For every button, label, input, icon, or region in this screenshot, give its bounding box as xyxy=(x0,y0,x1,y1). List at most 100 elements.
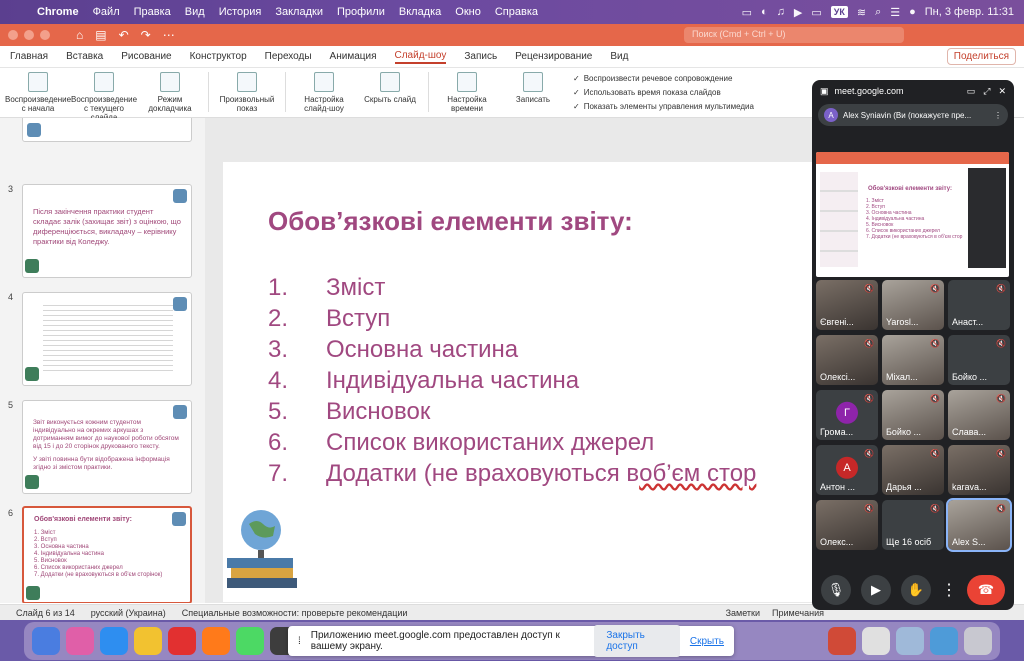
battery-icon[interactable]: ▭ xyxy=(811,6,821,19)
participant-tile[interactable]: 🔇 Ще 16 осіб xyxy=(882,500,944,550)
participant-tile[interactable]: 🔇 Дарья ... xyxy=(882,445,944,495)
slide-thumb-5[interactable]: Звіт виконується кожним студентом індиві… xyxy=(22,400,192,494)
tab-home[interactable]: Главная xyxy=(10,51,48,62)
photos-icon[interactable] xyxy=(862,627,890,655)
launchpad-icon[interactable] xyxy=(66,627,94,655)
messages-icon[interactable] xyxy=(236,627,264,655)
search-icon[interactable]: ⌕ xyxy=(875,6,881,19)
slide-thumb-3[interactable]: Після закінчення практики студент склада… xyxy=(22,184,192,278)
menu-view[interactable]: Вид xyxy=(178,6,212,18)
share-button[interactable]: Поделиться xyxy=(946,48,1016,65)
setup-slideshow-button[interactable]: Настройка слайд-шоу xyxy=(292,72,356,113)
slide-title[interactable]: Обов’язкові елементи звіту: xyxy=(268,206,633,237)
folder-icon[interactable] xyxy=(930,627,958,655)
participant-tile[interactable]: 🔇 Бойко ... xyxy=(948,335,1010,385)
menu-tab[interactable]: Вкладка xyxy=(392,6,448,18)
play-icon[interactable]: ▶ xyxy=(794,6,802,19)
narration-checkbox[interactable]: ✓ Воспроизвести речевое сопровождение xyxy=(573,72,754,86)
menu-window[interactable]: Окно xyxy=(448,6,488,18)
participant-tile[interactable]: 🔇 Бойко ... xyxy=(882,390,944,440)
clock[interactable]: Пн, 3 февр. 11:31 xyxy=(925,6,1014,18)
minimize-window-button[interactable] xyxy=(24,30,34,40)
menu-profiles[interactable]: Профили xyxy=(330,6,392,18)
menu-bookmarks[interactable]: Закладки xyxy=(268,6,330,18)
chrome-icon[interactable] xyxy=(134,627,162,655)
participant-tile[interactable]: 🔇 Олексі... xyxy=(816,335,878,385)
user-icon[interactable]: ● xyxy=(909,6,916,18)
safari-icon[interactable] xyxy=(100,627,128,655)
slide-list[interactable]: 1. Зміст 2. Вступ 3. Основна частина 4. Інди… xyxy=(268,272,756,489)
menu-help[interactable]: Справка xyxy=(488,6,545,18)
slide-thumb-4[interactable] xyxy=(22,292,192,386)
home-icon[interactable]: ⌂ xyxy=(76,28,83,42)
participant-tile[interactable]: 🔇 Олекс... xyxy=(816,500,878,550)
participant-tile[interactable]: 🔇 Alex S... xyxy=(946,498,1012,552)
stop-sharing-button[interactable]: Закрыть доступ xyxy=(594,625,680,657)
custom-show-button[interactable]: Произвольный показ xyxy=(215,72,279,113)
redo-icon[interactable]: ↷ xyxy=(141,28,151,42)
preview-icon[interactable] xyxy=(896,627,924,655)
trash-icon[interactable] xyxy=(964,627,992,655)
finder-icon[interactable] xyxy=(32,627,60,655)
vpn-icon[interactable]: ◐ xyxy=(761,6,768,18)
presenting-banner[interactable]: A Alex Syniavin (Ви (покажуєте пре... ⋮ xyxy=(818,104,1008,126)
participant-tile[interactable]: 🔇 Слава... xyxy=(948,390,1010,440)
tab-animations[interactable]: Анимация xyxy=(330,51,377,62)
firefox-icon[interactable] xyxy=(202,627,230,655)
slide-thumbnails[interactable]: 3 Після закінчення практики студент скла… xyxy=(0,118,205,603)
screen-share-icon[interactable]: ▭ xyxy=(742,6,752,19)
close-icon[interactable]: ✕ xyxy=(998,86,1006,97)
participant-tile[interactable]: Г 🔇 Грома... xyxy=(816,390,878,440)
notes-button[interactable]: Заметки xyxy=(726,608,760,618)
participant-tile[interactable]: 🔇 Міхал... xyxy=(882,335,944,385)
participant-tile[interactable]: 🔇 Анаст... xyxy=(948,280,1010,330)
menu-edit[interactable]: Правка xyxy=(127,6,178,18)
menu-history[interactable]: История xyxy=(212,6,269,18)
play-from-current-button[interactable]: Воспроизведение с текущего слайда xyxy=(71,72,137,122)
tab-review[interactable]: Рецензирование xyxy=(515,51,592,62)
participant-tile[interactable]: 🔇 Yarosl... xyxy=(882,280,944,330)
play-from-start-button[interactable]: Воспроизведение с начала xyxy=(5,72,71,113)
tab-design[interactable]: Конструктор xyxy=(190,51,247,62)
language-indicator[interactable]: русский (Украина) xyxy=(91,608,166,618)
microphone-button[interactable]: 🎙 xyxy=(821,575,851,605)
more-options-icon[interactable]: ⋮ xyxy=(941,580,957,600)
audio-icon[interactable]: ♫ xyxy=(777,6,785,18)
media-controls-checkbox[interactable]: ✓ Показать элементы управления мультимеди… xyxy=(573,100,754,114)
opera-icon[interactable] xyxy=(168,627,196,655)
tab-view[interactable]: Вид xyxy=(610,51,628,62)
meet-pip-window[interactable]: ▣ meet.google.com ▭ ⤢ ✕ A Alex Syniavin … xyxy=(812,80,1014,610)
raise-hand-button[interactable]: ✋ xyxy=(901,575,931,605)
slide-thumb-2[interactable] xyxy=(22,118,192,142)
current-slide[interactable]: Обов’язкові елементи звіту: 1. Зміст 2. Вс… xyxy=(223,162,823,602)
expand-icon[interactable]: ⤢ xyxy=(983,86,990,97)
keyboard-layout[interactable]: УК xyxy=(830,6,848,18)
tab-transitions[interactable]: Переходы xyxy=(265,51,312,62)
more-icon[interactable]: ⋯ xyxy=(163,28,175,42)
record-button[interactable]: Записать xyxy=(501,72,565,104)
close-window-button[interactable] xyxy=(8,30,18,40)
rehearse-timings-button[interactable]: Настройка времени xyxy=(435,72,499,113)
accessibility-check[interactable]: Специальные возможности: проверьте реком… xyxy=(182,608,408,618)
search-input[interactable]: Поиск (Cmd + Ctrl + U) xyxy=(684,27,904,43)
wifi-icon[interactable]: ≋ xyxy=(857,6,866,19)
hide-notification-link[interactable]: Скрыть xyxy=(690,636,724,647)
control-center-icon[interactable]: ☰ xyxy=(890,6,900,19)
menu-file[interactable]: Файл xyxy=(86,6,127,18)
end-call-button[interactable]: ☎ xyxy=(967,575,1005,605)
camera-button[interactable]: ▶ xyxy=(861,575,891,605)
presenter-view-button[interactable]: Режим докладчика xyxy=(138,72,202,113)
timings-checkbox[interactable]: ✓ Использовать время показа слайдов xyxy=(573,86,754,100)
tab-insert[interactable]: Вставка xyxy=(66,51,103,62)
save-icon[interactable]: ▤ xyxy=(95,28,106,42)
participant-tile[interactable]: 🔇 karava... xyxy=(948,445,1010,495)
zoom-window-button[interactable] xyxy=(40,30,50,40)
slide-thumb-6[interactable]: Обов'язкові елементи звіту: 1. Зміст 2. … xyxy=(22,506,192,603)
tab-draw[interactable]: Рисование xyxy=(121,51,171,62)
hide-slide-button[interactable]: Скрыть слайд xyxy=(358,72,422,104)
more-options-icon[interactable]: ⋮ xyxy=(994,111,1002,120)
undo-icon[interactable]: ↶ xyxy=(119,28,129,42)
tab-slideshow[interactable]: Слайд-шоу xyxy=(394,50,447,64)
powerpoint-icon[interactable] xyxy=(828,627,856,655)
pip-icon[interactable]: ▭ xyxy=(967,86,976,97)
